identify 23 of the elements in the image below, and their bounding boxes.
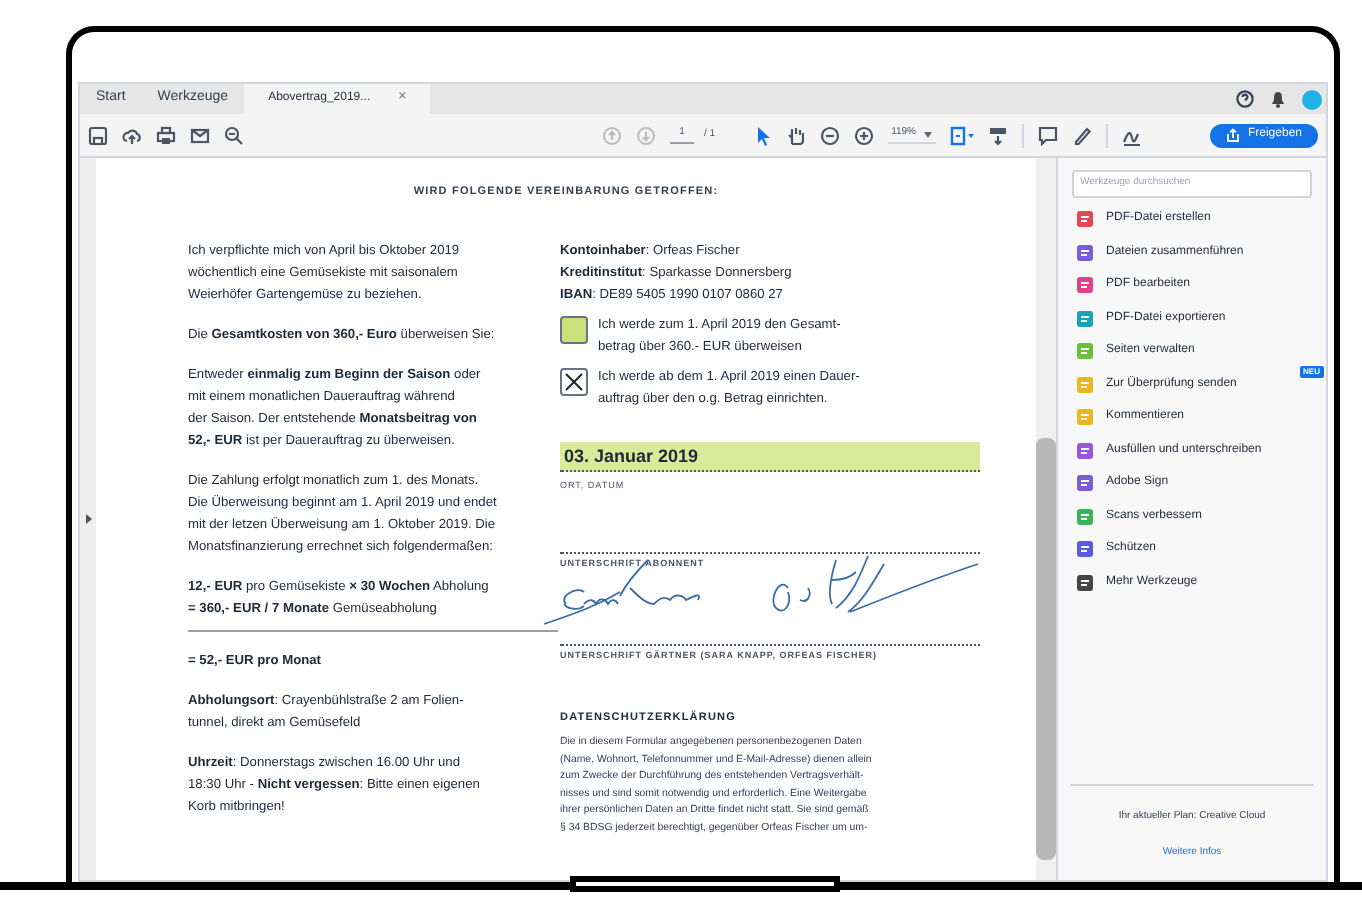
- scrollbar[interactable]: [1036, 158, 1056, 880]
- date-field[interactable]: 03. Januar 2019: [560, 442, 980, 473]
- comment-icon[interactable]: [1037, 125, 1058, 145]
- share-icon: [1225, 128, 1240, 142]
- x-mark-icon: [564, 372, 584, 393]
- search-icon[interactable]: [224, 125, 244, 145]
- pen-icon[interactable]: [1071, 125, 1092, 145]
- zoom-in-icon[interactable]: [853, 125, 874, 145]
- checkbox[interactable]: [560, 368, 588, 397]
- expand-icon[interactable]: [85, 514, 91, 524]
- fit-page-icon[interactable]: [949, 125, 974, 145]
- caret-icon: [923, 131, 932, 137]
- checkbox[interactable]: [560, 316, 588, 345]
- mail-icon[interactable]: [190, 125, 210, 145]
- zoom-out-icon[interactable]: [819, 125, 840, 145]
- notification-bell-icon[interactable]: [1270, 90, 1286, 108]
- hand-icon[interactable]: [785, 125, 806, 145]
- cloud-upload-icon[interactable]: [122, 125, 142, 145]
- save-icon[interactable]: [88, 125, 108, 145]
- scroll-mode-icon[interactable]: [987, 125, 1008, 145]
- print-icon[interactable]: [156, 125, 176, 145]
- pointer-icon[interactable]: [755, 125, 772, 145]
- help-icon[interactable]: [1236, 90, 1254, 108]
